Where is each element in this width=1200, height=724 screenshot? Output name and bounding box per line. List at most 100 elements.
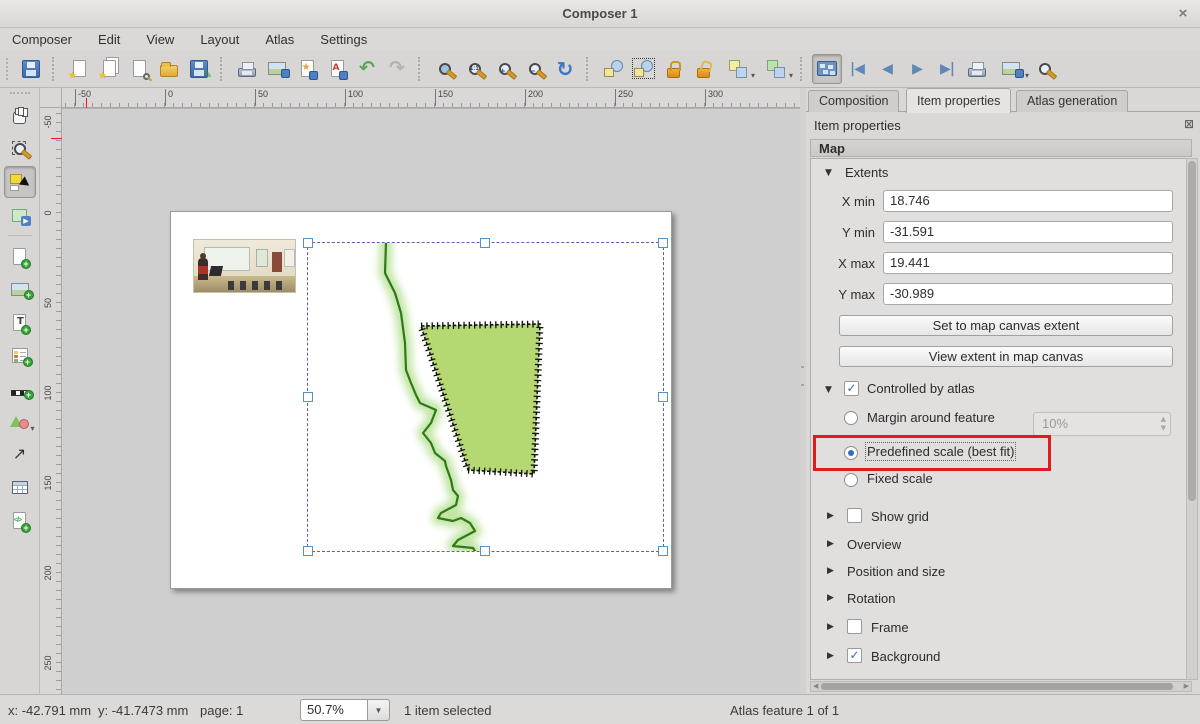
dropdown-arrow-icon[interactable]: ▾: [751, 72, 755, 80]
pan-tool-button[interactable]: [4, 100, 36, 132]
zoom-level-combobox[interactable]: 50.7% ▼: [300, 699, 390, 721]
raise-items-button[interactable]: ▾: [718, 54, 756, 84]
selection-handle[interactable]: [303, 238, 313, 248]
expand-arrow-icon[interactable]: ▶: [827, 594, 834, 603]
zoom-in-button[interactable]: +: [490, 54, 520, 84]
tab-item-properties[interactable]: Item properties: [906, 88, 1011, 113]
map-item-selected[interactable]: [308, 243, 663, 551]
collapse-arrow-icon[interactable]: ▼: [825, 169, 832, 178]
combo-dropdown-icon[interactable]: ▼: [368, 699, 390, 721]
frame-label[interactable]: Frame: [871, 620, 909, 635]
background-checkbox[interactable]: ✓: [847, 648, 862, 663]
show-grid-label[interactable]: Show grid: [871, 509, 929, 524]
refresh-view-button[interactable]: ↻: [550, 54, 580, 84]
menu-view[interactable]: View: [146, 32, 174, 47]
selection-handle[interactable]: [480, 238, 490, 248]
panel-vertical-scrollbar[interactable]: [1186, 158, 1198, 680]
zoom-level-value[interactable]: 50.7%: [300, 699, 368, 721]
collapse-arrow-icon[interactable]: ▼: [825, 386, 832, 395]
panel-close-icon[interactable]: ⊠: [1184, 118, 1194, 130]
expand-arrow-icon[interactable]: ▶: [827, 623, 834, 632]
move-item-content-button[interactable]: ▶: [4, 199, 36, 231]
tab-composition[interactable]: Composition: [808, 90, 899, 112]
next-feature-button[interactable]: ▶: [902, 54, 932, 84]
set-to-map-canvas-extent-button[interactable]: Set to map canvas extent: [839, 315, 1173, 336]
selection-handle[interactable]: [303, 392, 313, 402]
previous-feature-button[interactable]: ◀: [872, 54, 902, 84]
expand-arrow-icon[interactable]: ▶: [827, 567, 834, 576]
tab-atlas-generation[interactable]: Atlas generation: [1016, 90, 1128, 112]
ymax-field[interactable]: -30.989: [883, 283, 1173, 305]
select-move-item-button[interactable]: [4, 166, 36, 198]
toolbar-grip[interactable]: [6, 58, 12, 80]
dropdown-arrow-icon[interactable]: ▾: [789, 72, 793, 80]
scroll-left-icon[interactable]: ◀: [813, 683, 818, 690]
zoom-out-button[interactable]: −: [520, 54, 550, 84]
selection-handle[interactable]: [658, 238, 668, 248]
controlled-by-atlas-label[interactable]: Controlled by atlas: [867, 381, 975, 396]
load-template-button[interactable]: [154, 54, 184, 84]
composer-manager-button[interactable]: [124, 54, 154, 84]
image-item[interactable]: [193, 239, 296, 293]
dropdown-arrow-icon[interactable]: ▾: [1025, 72, 1029, 80]
toolbar-grip[interactable]: [10, 92, 30, 98]
composition-page[interactable]: [170, 211, 672, 589]
redo-button[interactable]: ↷: [382, 54, 412, 84]
dropdown-arrow-icon[interactable]: ▾: [30, 425, 34, 433]
add-new-map-button[interactable]: +: [4, 240, 36, 272]
scroll-right-icon[interactable]: ▶: [1184, 683, 1189, 690]
ymin-field[interactable]: -31.591: [883, 221, 1173, 243]
add-arrow-button[interactable]: ↗: [4, 438, 36, 470]
preview-atlas-button[interactable]: [812, 54, 842, 84]
export-atlas-button[interactable]: ▾: [992, 54, 1030, 84]
export-pdf-button[interactable]: A: [322, 54, 352, 84]
frame-checkbox[interactable]: ✓: [847, 619, 862, 634]
new-composition-button[interactable]: [64, 54, 94, 84]
duplicate-composition-button[interactable]: [94, 54, 124, 84]
title-bar[interactable]: Composer 1 ×: [0, 0, 1200, 28]
menu-edit[interactable]: Edit: [98, 32, 120, 47]
background-label[interactable]: Background: [871, 649, 940, 664]
controlled-by-atlas-checkbox[interactable]: ✓: [844, 381, 859, 396]
composition-canvas[interactable]: [62, 108, 800, 694]
unlock-items-button[interactable]: [688, 54, 718, 84]
overview-label[interactable]: Overview: [847, 537, 901, 552]
xmax-field[interactable]: 19.441: [883, 252, 1173, 274]
position-and-size-label[interactable]: Position and size: [847, 564, 945, 579]
deselect-all-button[interactable]: [628, 54, 658, 84]
save-as-template-button[interactable]: ✎: [184, 54, 214, 84]
rotation-label[interactable]: Rotation: [847, 591, 895, 606]
menu-composer[interactable]: Composer: [12, 32, 72, 47]
menu-atlas[interactable]: Atlas: [265, 32, 294, 47]
window-close-icon[interactable]: ×: [1174, 5, 1192, 23]
export-svg-button[interactable]: ★: [292, 54, 322, 84]
first-feature-button[interactable]: |◀: [842, 54, 872, 84]
spinner-arrows-icon[interactable]: ▲▼: [1161, 415, 1166, 433]
add-html-button[interactable]: </>+: [4, 504, 36, 536]
xmin-field[interactable]: 18.746: [883, 190, 1173, 212]
save-project-button[interactable]: [16, 54, 46, 84]
expand-arrow-icon[interactable]: ▶: [827, 512, 834, 521]
zoom-100-button[interactable]: 1:1: [460, 54, 490, 84]
undo-button[interactable]: ↶: [352, 54, 382, 84]
export-image-button[interactable]: [262, 54, 292, 84]
fixed-scale-radio[interactable]: [844, 473, 858, 487]
show-grid-checkbox[interactable]: ✓: [847, 508, 862, 523]
selection-handle[interactable]: [658, 392, 668, 402]
margin-spinner[interactable]: 10% ▲▼: [1033, 412, 1171, 436]
selection-handle[interactable]: [303, 546, 313, 556]
select-all-button[interactable]: [598, 54, 628, 84]
add-shape-button[interactable]: ▾: [4, 405, 36, 437]
menu-layout[interactable]: Layout: [200, 32, 239, 47]
margin-around-feature-label[interactable]: Margin around feature: [867, 410, 995, 425]
panel-horizontal-scrollbar[interactable]: ◀ ▶: [810, 681, 1192, 692]
zoom-tool-button[interactable]: [4, 133, 36, 165]
atlas-settings-button[interactable]: [1030, 54, 1060, 84]
fixed-scale-label[interactable]: Fixed scale: [867, 471, 933, 486]
align-items-button[interactable]: ▾: [756, 54, 794, 84]
scrollbar-thumb[interactable]: [1188, 161, 1196, 501]
expand-arrow-icon[interactable]: ▶: [827, 652, 834, 661]
scrollbar-thumb[interactable]: [821, 683, 1173, 690]
margin-around-feature-radio[interactable]: [844, 411, 858, 425]
add-scalebar-button[interactable]: +: [4, 372, 36, 404]
